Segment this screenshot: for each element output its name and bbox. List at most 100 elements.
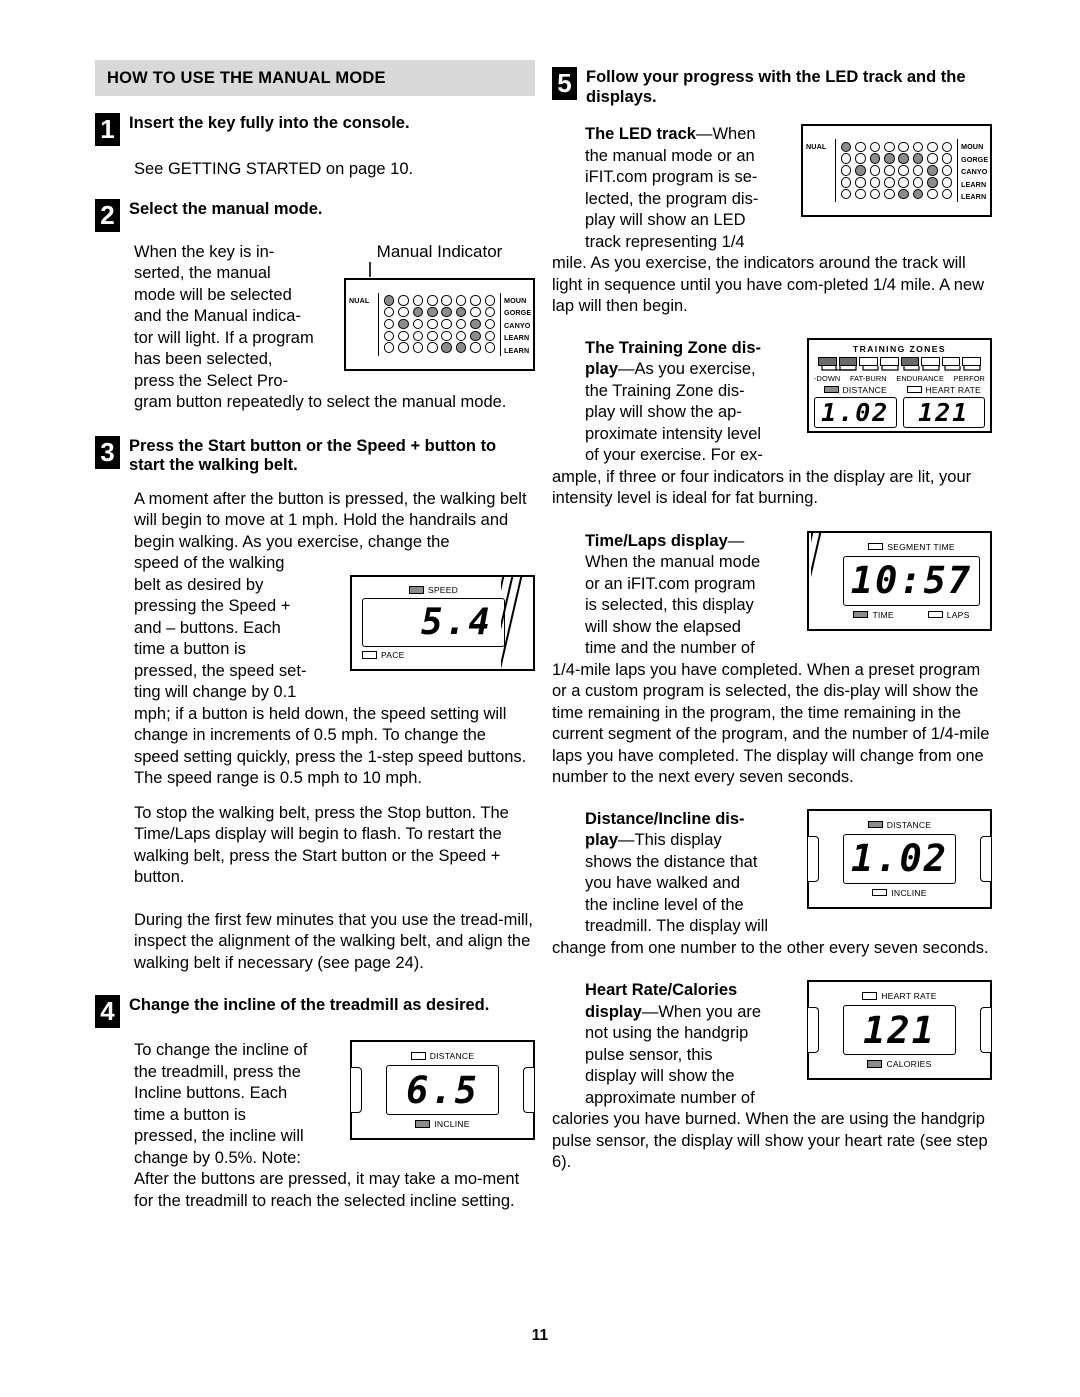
led-dot (427, 306, 438, 318)
led-matrix-panel-manual: NUAL MOUN GORGE CANYO LEARN LEARN (344, 277, 535, 371)
led-dot (941, 153, 953, 164)
incline-label: INCLINE (434, 1119, 470, 1129)
led-dot (398, 330, 409, 342)
led-dot-grid (379, 293, 500, 356)
tz-distance-light (823, 385, 839, 394)
led-dot (869, 153, 881, 164)
time-laps-indicators: TIME LAPS (843, 610, 980, 620)
led-dot (383, 330, 395, 342)
led-dot (455, 330, 467, 342)
led-left-labels: NUAL (346, 292, 379, 356)
heart-rate-label: HEART RATE (881, 991, 937, 1001)
led-dot (412, 330, 424, 342)
step-3-para3: During the first few minutes that you us… (134, 910, 533, 972)
training-zone-braces (818, 365, 981, 375)
led-dot (412, 318, 424, 330)
led-dot (869, 188, 881, 200)
incline-figure: DISTANCE 6.5 INCLINE (350, 1040, 535, 1140)
led-dot (484, 330, 496, 342)
training-zone-panel: TRAINING ZONES -DOWN FAT-BURN ENDURANCE PER… (807, 337, 992, 433)
training-zone-bar (941, 356, 961, 366)
step-4-body-rest: After the buttons are pressed, it may ta… (134, 1170, 520, 1210)
training-zone-title: TRAINING ZONES (852, 343, 947, 354)
led-track-left-labels: NUAL (803, 139, 836, 202)
heart-display-panel: HEART RATE 121 CALORIES (807, 980, 992, 1080)
led-dot (855, 141, 866, 153)
heart-value: 121 (863, 1008, 936, 1052)
step-3-figure-block: SPEED 5.4 PACE speed of the walking belt… (95, 553, 535, 790)
tz-distance-value: 1.02 (821, 397, 890, 427)
tz-heart-readout: HEART RATE 121 (902, 385, 985, 428)
incline-indicator-light (415, 1120, 431, 1128)
tz-distance-indicator: DISTANCE (814, 385, 897, 395)
led-dot (884, 177, 895, 188)
training-zone-bar (818, 356, 837, 366)
led-side-label: MOUN (961, 142, 984, 151)
hr-dash: —When you are (641, 1002, 762, 1021)
distance-bottom-label: INCLINE (891, 887, 927, 898)
led-dot (941, 177, 953, 188)
step-3: 3 Press the Start button or the Speed + … (95, 435, 535, 476)
training-zone-bar (921, 356, 940, 366)
heart-right-notch (980, 1007, 991, 1053)
led-side-label: LEARN (961, 179, 987, 189)
led-dot (855, 188, 866, 200)
led-dot (441, 318, 452, 330)
led-dot (912, 153, 924, 164)
incline-light (872, 888, 888, 897)
distance-indicator-light (410, 1052, 426, 1060)
heart-rate-rest: calories you have burned. When the are u… (552, 1110, 988, 1171)
led-dot (884, 141, 895, 153)
led-dot (927, 141, 938, 153)
led-dot (869, 141, 881, 153)
step-5-title: Follow your progress with the LED track … (586, 68, 966, 106)
led-side-label: NUAL (806, 142, 827, 151)
led-dot (869, 165, 881, 176)
training-zone-rest: ample, if three or four indicators in th… (552, 467, 972, 508)
step-5: 5 Follow your progress with the LED trac… (552, 67, 992, 107)
led-track-dash: —When (695, 125, 756, 143)
led-side-label: LEARN (961, 192, 987, 202)
distance-light (867, 820, 883, 829)
led-side-label: CANYO (961, 167, 988, 177)
time-decor-lines (811, 532, 841, 629)
training-zone-figure: TRAINING ZONES -DOWN FAT-BURN ENDURANCE PER… (807, 337, 992, 433)
step-5-number: 5 (552, 67, 577, 100)
led-dot (398, 342, 409, 353)
time-indicator-light (853, 610, 869, 619)
training-zone-block: TRAINING ZONES -DOWN FAT-BURN ENDURANCE PER… (552, 337, 992, 510)
speed-value-box: 5.4 (362, 598, 505, 647)
led-dot (484, 318, 496, 330)
incline-value-box: 6.5 (386, 1065, 499, 1115)
led-dot (912, 141, 924, 153)
led-track-heading: The LED track (585, 125, 696, 143)
time-value-box: 10:57 (843, 555, 980, 606)
led-dot (470, 295, 481, 306)
distance-left-notch (808, 835, 819, 882)
time-laps-block: SEGMENT TIME 10:57 TIME LAPS Time/Laps d… (552, 530, 992, 789)
led-dot (898, 141, 909, 153)
time-laps-rest: 1/4-mile laps you have completed. When a… (552, 660, 990, 787)
led-dot (855, 177, 866, 188)
step-2-number: 2 (95, 198, 120, 232)
led-track-right-labels: MOUN GORGE CANYO LEARN LEARN (957, 139, 990, 202)
speed-label: SPEED (427, 585, 459, 595)
segment-time-indicator: SEGMENT TIME (843, 542, 980, 552)
heart-bottom-indicator: CALORIES (829, 1059, 970, 1069)
led-dot (912, 177, 924, 188)
heart-top-indicator: HEART RATE (829, 991, 970, 1001)
led-dot (884, 153, 895, 164)
step-2: 2 Select the manual mode. (95, 198, 535, 232)
led-dot (927, 177, 938, 188)
laps-label: LAPS (946, 609, 970, 620)
led-dot (898, 153, 909, 164)
led-side-label: CANYO (504, 320, 531, 330)
led-dot (912, 188, 924, 200)
step-4-figure-block: DISTANCE 6.5 INCLINE To change the incli… (95, 1040, 535, 1212)
led-dot (941, 141, 953, 153)
tz-heart-value: 121 (918, 397, 970, 427)
caption-pointer-icon (369, 261, 371, 277)
time-laps-figure: SEGMENT TIME 10:57 TIME LAPS (807, 530, 992, 631)
led-side-label: LEARN (504, 345, 530, 355)
incline-top-indicator: DISTANCE (372, 1051, 513, 1061)
